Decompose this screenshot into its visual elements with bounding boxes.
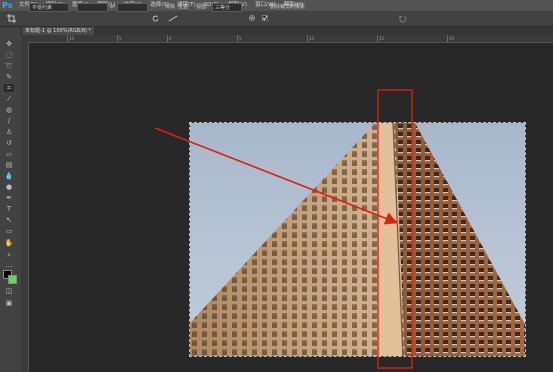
delete-cropped-pixels-checkbox[interactable] [262, 15, 268, 21]
building-photo[interactable] [189, 122, 526, 357]
dodge-tool-icon[interactable]: ● [4, 183, 14, 191]
crop-height-input[interactable] [117, 3, 148, 12]
crop-tool-icon[interactable]: ⌗ [4, 84, 14, 92]
hand-tool-icon[interactable]: ✋ [4, 239, 14, 247]
tools-panel: ✥ ⬚ ➰ ✎ ⌗ ⁄ ◍ ∕ ♙ ↺ ▱ ▤ 💧 ● ✒ T ↖ ▭ ✋ ⌕ … [0, 27, 22, 372]
type-tool-icon[interactable]: T [4, 205, 14, 213]
shape-tool-icon[interactable]: ▭ [4, 227, 14, 235]
document-tab-bar [21, 27, 553, 35]
pen-tool-icon[interactable]: ✒ [4, 194, 14, 202]
swap-dimensions-icon[interactable]: ⇄ [110, 3, 114, 12]
straighten-label[interactable]: 拉直 [178, 3, 188, 12]
move-tool-icon[interactable]: ✥ [4, 40, 14, 48]
cancel-crop-icon[interactable] [398, 14, 407, 23]
history-brush-tool-icon[interactable]: ↺ [4, 139, 14, 147]
overlay-view-select[interactable]: 三等分 [212, 3, 242, 12]
eraser-tool-icon[interactable]: ▱ [4, 150, 14, 158]
crop-width-input[interactable] [77, 3, 108, 12]
ruler-tick: 0 [167, 35, 172, 42]
ruler-tick: 5 [237, 35, 242, 42]
vertical-ruler [21, 42, 29, 372]
gradient-tool-icon[interactable]: ▤ [4, 161, 14, 169]
lasso-tool-icon[interactable]: ➰ [4, 62, 14, 70]
ruler-tick: 10 [307, 35, 315, 42]
screen-mode-icon[interactable]: ▣ [4, 299, 14, 307]
brush-tool-icon[interactable]: ∕ [4, 117, 14, 125]
straighten-icon[interactable] [168, 14, 178, 23]
crop-ratio-select[interactable]: 不受约束 [29, 3, 69, 12]
ruler-tick: 5 [117, 35, 122, 42]
path-select-tool-icon[interactable]: ↖ [4, 216, 14, 224]
blur-tool-icon[interactable]: 💧 [4, 172, 14, 180]
ruler-tick: 10 [67, 35, 75, 42]
clear-button[interactable]: 清除 [165, 3, 175, 12]
quick-select-tool-icon[interactable]: ✎ [4, 73, 14, 81]
eyedropper-tool-icon[interactable]: ⁄ [4, 95, 14, 103]
quick-mask-icon[interactable]: ◫ [4, 287, 14, 295]
crop-settings-gear-icon[interactable] [248, 14, 256, 22]
ruler-tick: 20 [447, 35, 455, 42]
clone-stamp-tool-icon[interactable]: ♙ [4, 128, 14, 136]
photoshop-logo: Ps [2, 1, 13, 10]
background-color-swatch[interactable] [8, 275, 17, 284]
zoom-tool-icon[interactable]: ⌕ [4, 251, 14, 259]
document-tab[interactable]: 未标题-1 @ 100%(RGB/8) * [22, 27, 95, 35]
extra-tools-icon[interactable]: … [4, 261, 14, 269]
view-label: 视图: [196, 4, 208, 10]
building-photo-graphic [190, 123, 525, 356]
healing-brush-tool-icon[interactable]: ◍ [4, 106, 14, 114]
options-bar [0, 11, 553, 27]
refresh-icon[interactable] [152, 15, 159, 22]
ruler-tick: 15 [377, 35, 385, 42]
delete-cropped-pixels-label[interactable]: 删除裁剪的像素 [270, 3, 305, 12]
marquee-tool-icon[interactable]: ⬚ [4, 51, 14, 59]
horizontal-ruler: 10 5 0 5 10 15 20 [21, 35, 553, 43]
crop-tool-preset-icon[interactable] [6, 13, 18, 24]
